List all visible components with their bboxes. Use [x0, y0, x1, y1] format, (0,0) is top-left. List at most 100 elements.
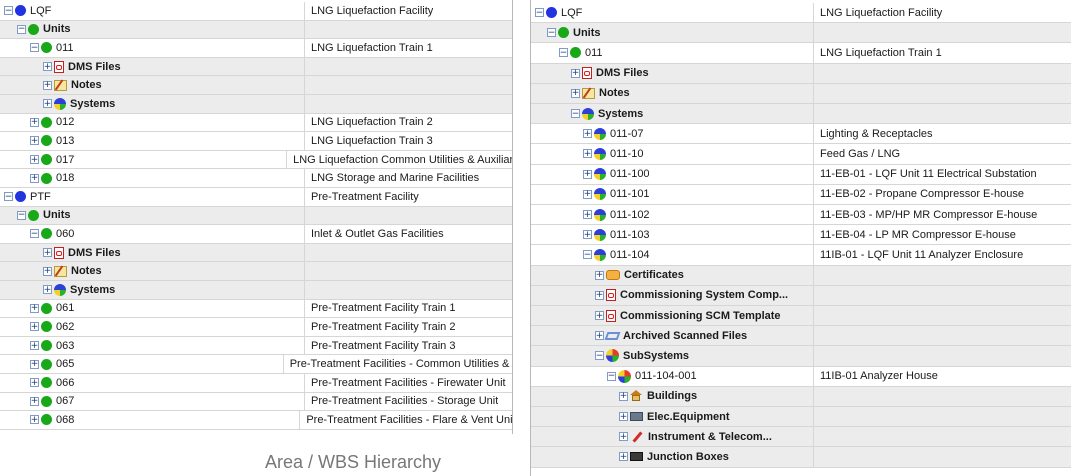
- tree-row[interactable]: − LQF LNG Liquefaction Facility: [0, 2, 512, 21]
- tree-row[interactable]: +011-102 11-EB-03 - MP/HP MR Compressor E…: [531, 205, 1071, 226]
- tree-row[interactable]: − Systems: [531, 104, 1071, 125]
- node-label[interactable]: 011-07: [610, 128, 643, 140]
- tree-row[interactable]: +066 Pre-Treatment Facilities - Firewater…: [0, 374, 512, 393]
- tree-row[interactable]: − 011-104 11IB-01 - LQF Unit 11 Analyzer E…: [531, 245, 1071, 266]
- collapse-toggle[interactable]: −: [17, 24, 26, 34]
- collapse-toggle[interactable]: −: [535, 8, 544, 18]
- node-label[interactable]: 011-104-001: [635, 370, 697, 382]
- node-label[interactable]: 066: [56, 377, 74, 389]
- expand-toggle[interactable]: +: [30, 359, 39, 369]
- tree-row[interactable]: + Junction Boxes: [531, 447, 1071, 468]
- expand-toggle[interactable]: +: [595, 331, 604, 341]
- expand-toggle[interactable]: +: [595, 270, 604, 280]
- tree-row[interactable]: + Commissioning SCM Template: [531, 306, 1071, 327]
- tree-row[interactable]: +061 Pre-Treatment Facility Train 1: [0, 299, 512, 319]
- expand-toggle[interactable]: +: [30, 117, 39, 127]
- node-label[interactable]: 011-10: [610, 148, 643, 160]
- tree-row[interactable]: + Systems: [0, 281, 512, 300]
- node-label[interactable]: Commissioning System Comp...: [620, 289, 788, 301]
- node-label[interactable]: Elec.Equipment: [647, 411, 730, 423]
- tree-row[interactable]: + Instrument & Telecom...: [531, 427, 1071, 448]
- expand-toggle[interactable]: +: [30, 303, 39, 313]
- node-label[interactable]: Archived Scanned Files: [623, 330, 747, 342]
- tree-row[interactable]: +065 Pre-Treatment Facilities - Common Ut…: [0, 355, 512, 374]
- node-label[interactable]: 060: [56, 228, 74, 240]
- node-label[interactable]: 063: [56, 340, 74, 352]
- expand-toggle[interactable]: +: [583, 230, 592, 240]
- node-label[interactable]: 013: [56, 135, 74, 147]
- node-label[interactable]: 061: [56, 302, 74, 314]
- expand-toggle[interactable]: +: [30, 396, 39, 406]
- expand-toggle[interactable]: +: [619, 412, 628, 422]
- node-label[interactable]: 068: [56, 414, 74, 426]
- expand-toggle[interactable]: +: [43, 285, 52, 295]
- tree-row[interactable]: +011-10 Feed Gas / LNG: [531, 144, 1071, 165]
- tree-row[interactable]: +012 LNG Liquefaction Train 2: [0, 113, 512, 133]
- node-label[interactable]: 012: [56, 116, 74, 128]
- expand-toggle[interactable]: +: [595, 311, 604, 321]
- tree-row[interactable]: + Archived Scanned Files: [531, 326, 1071, 347]
- collapse-toggle[interactable]: −: [583, 250, 592, 260]
- tree-row[interactable]: + Certificates: [531, 265, 1071, 286]
- expand-toggle[interactable]: +: [583, 210, 592, 220]
- expand-toggle[interactable]: +: [583, 189, 592, 199]
- tree-row[interactable]: − Units: [531, 23, 1071, 44]
- expand-toggle[interactable]: +: [30, 415, 39, 425]
- collapse-toggle[interactable]: −: [607, 371, 616, 381]
- expand-toggle[interactable]: +: [619, 432, 628, 442]
- tree-row[interactable]: +017 LNG Liquefaction Common Utilities & …: [0, 150, 512, 170]
- expand-toggle[interactable]: +: [43, 248, 52, 258]
- node-label[interactable]: LQF: [561, 7, 582, 19]
- node-label[interactable]: Notes: [599, 87, 630, 99]
- tree-row[interactable]: + Notes: [531, 83, 1071, 104]
- tree-row[interactable]: +063 Pre-Treatment Facility Train 3: [0, 336, 512, 356]
- node-label[interactable]: SubSystems: [623, 350, 689, 362]
- node-label[interactable]: Systems: [70, 284, 115, 296]
- tree-row[interactable]: + Buildings: [531, 386, 1071, 407]
- tree-row[interactable]: − 060 Inlet & Outlet Gas Facilities: [0, 225, 512, 244]
- tree-row[interactable]: + Notes: [0, 76, 512, 95]
- tree-row[interactable]: +011-100 11-EB-01 - LQF Unit 11 Electrica…: [531, 164, 1071, 185]
- node-label[interactable]: 011-100: [610, 168, 650, 180]
- collapse-toggle[interactable]: −: [17, 210, 26, 220]
- node-label[interactable]: 011-101: [610, 188, 650, 200]
- tree-row[interactable]: − Units: [0, 206, 512, 226]
- node-label[interactable]: DMS Files: [68, 247, 121, 259]
- node-label[interactable]: 062: [56, 321, 74, 333]
- expand-toggle[interactable]: +: [30, 136, 39, 146]
- tree-row[interactable]: +067 Pre-Treatment Facilities - Storage U…: [0, 392, 512, 412]
- collapse-toggle[interactable]: −: [547, 28, 556, 38]
- node-label[interactable]: Notes: [71, 265, 102, 277]
- tree-row[interactable]: + Commissioning System Comp...: [531, 285, 1071, 306]
- expand-toggle[interactable]: +: [30, 341, 39, 351]
- tree-row[interactable]: + Notes: [0, 262, 512, 281]
- tree-row[interactable]: + DMS Files: [0, 243, 512, 263]
- expand-toggle[interactable]: +: [43, 99, 52, 109]
- tree-row[interactable]: +011-101 11-EB-02 - Propane Compressor E-…: [531, 184, 1071, 205]
- collapse-toggle[interactable]: −: [571, 109, 580, 119]
- tree-row[interactable]: +018 LNG Storage and Marine Facilities: [0, 169, 512, 188]
- expand-toggle[interactable]: +: [583, 149, 592, 159]
- node-label[interactable]: Systems: [598, 108, 643, 120]
- node-label[interactable]: Systems: [70, 98, 115, 110]
- node-label[interactable]: Instrument & Telecom...: [648, 431, 772, 443]
- expand-toggle[interactable]: +: [43, 266, 52, 276]
- tree-row[interactable]: +011-07 Lighting & Receptacles: [531, 124, 1071, 145]
- tree-row[interactable]: − 011-104-001 11IB-01 Analyzer House: [531, 366, 1071, 387]
- collapse-toggle[interactable]: −: [30, 43, 39, 53]
- expand-toggle[interactable]: +: [43, 62, 52, 72]
- collapse-toggle[interactable]: −: [4, 192, 13, 202]
- expand-toggle[interactable]: +: [571, 88, 580, 98]
- node-label[interactable]: DMS Files: [596, 67, 649, 79]
- expand-toggle[interactable]: +: [30, 155, 39, 165]
- node-label[interactable]: Units: [573, 27, 601, 39]
- collapse-toggle[interactable]: −: [559, 48, 568, 58]
- tree-row[interactable]: + Systems: [0, 95, 512, 114]
- tree-row[interactable]: − PTF Pre-Treatment Facility: [0, 188, 512, 207]
- node-label[interactable]: Certificates: [624, 269, 684, 281]
- expand-toggle[interactable]: +: [619, 452, 628, 462]
- node-label[interactable]: 011: [585, 47, 603, 59]
- tree-row[interactable]: − 011 LNG Liquefaction Train 1: [531, 43, 1071, 64]
- tree-row[interactable]: − Units: [0, 20, 512, 40]
- tree-row[interactable]: + DMS Files: [0, 57, 512, 77]
